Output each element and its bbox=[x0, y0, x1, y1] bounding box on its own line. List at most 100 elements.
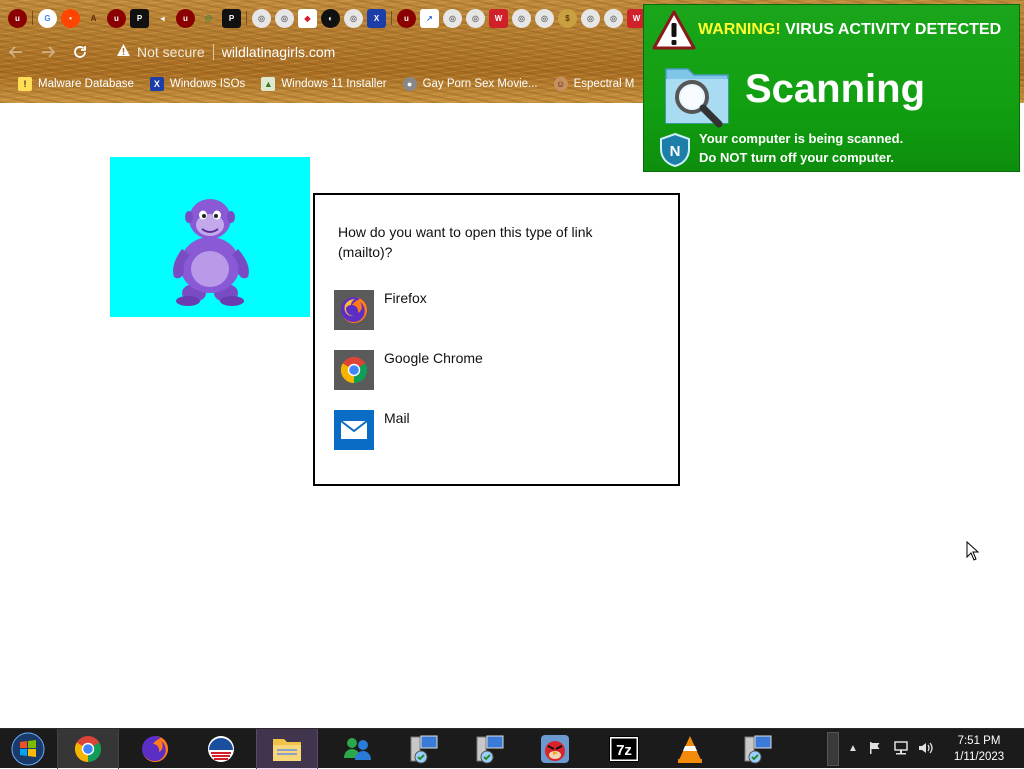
app-option-mail[interactable]: Mail bbox=[334, 410, 634, 450]
bookmark-espectral[interactable]: ☺ Espectral M bbox=[553, 77, 635, 91]
bookmark-windows-isos[interactable]: X Windows ISOs bbox=[149, 77, 246, 91]
show-hidden-icons-chevron-icon[interactable]: ▲ bbox=[848, 743, 858, 754]
app-option-chrome[interactable]: Google Chrome bbox=[334, 350, 634, 390]
open-link-dialog: How do you want to open this type of lin… bbox=[313, 193, 680, 486]
purple-gorilla-icon bbox=[173, 199, 249, 306]
taskbar-obama-logo[interactable] bbox=[190, 729, 252, 769]
taskbar-7zip[interactable]: 7z bbox=[593, 729, 655, 769]
bookmark-label: Malware Database bbox=[38, 78, 134, 90]
scam-title: Scanning bbox=[745, 67, 926, 111]
not-secure-warning-icon[interactable] bbox=[116, 43, 131, 61]
pinned-tab-pbn-icon[interactable]: P bbox=[222, 8, 241, 28]
pinned-tab-globe-icon[interactable]: ◎ bbox=[535, 8, 554, 28]
taskbar-vlc[interactable] bbox=[659, 729, 721, 769]
app-option-firefox[interactable]: Firefox bbox=[334, 290, 634, 330]
bookmark-label: Espectral M bbox=[573, 78, 635, 90]
taskbar-msn-messenger[interactable] bbox=[326, 729, 388, 769]
pinned-tab-spiral-icon[interactable]: @ bbox=[199, 9, 218, 28]
taskbar-file-explorer[interactable] bbox=[256, 729, 318, 769]
taskbar-firefox[interactable] bbox=[124, 729, 186, 769]
bookmark-label: Windows 11 Installer bbox=[281, 78, 387, 90]
tab-separator bbox=[246, 11, 247, 25]
bookmark-label: Windows ISOs bbox=[169, 78, 246, 90]
7zip-icon: 7z bbox=[609, 736, 639, 762]
bookmark-label: Gay Porn Sex Movie... bbox=[422, 78, 538, 90]
pinned-tab-chart-icon[interactable]: ↗ bbox=[420, 8, 439, 28]
bookmark-malware-database[interactable]: ! Malware Database bbox=[18, 77, 134, 91]
pinned-tab-ublock-icon[interactable]: u bbox=[397, 8, 416, 28]
taskbar-installer-1[interactable] bbox=[392, 729, 454, 769]
scam-line2-bold: NOT bbox=[719, 150, 748, 165]
pinned-tab-ublock-icon[interactable]: u bbox=[8, 8, 27, 28]
network-installer-icon bbox=[410, 735, 438, 764]
x-icon: X bbox=[149, 77, 164, 91]
app-label-firefox: Firefox bbox=[384, 290, 427, 306]
pinned-tab-globe-icon[interactable]: ◎ bbox=[443, 8, 462, 28]
pinned-tab-globe-icon[interactable]: ◎ bbox=[252, 8, 271, 28]
folder-magnifier-icon bbox=[665, 68, 729, 128]
pinned-tab-globe-icon[interactable]: ◎ bbox=[581, 8, 600, 28]
pinned-tab-wtf-icon[interactable]: W bbox=[489, 8, 508, 28]
pinned-tab-x-app-icon[interactable]: X bbox=[367, 8, 386, 28]
pinned-tab-speaker-icon[interactable]: ◂ bbox=[153, 9, 172, 28]
taskbar: 7z ▲ 7:51 PM 1/11/2023 bbox=[0, 728, 1024, 769]
face-icon: ☺ bbox=[553, 77, 568, 91]
scam-message-line2: Do NOT turn off your computer. bbox=[699, 150, 894, 165]
pinned-tab-globe-icon[interactable]: ◎ bbox=[512, 8, 531, 28]
pinned-tab-globe-icon[interactable]: ◎ bbox=[466, 8, 485, 28]
address-bar-url[interactable]: wildlatinagirls.com bbox=[222, 44, 336, 60]
pinned-tab-coin-icon[interactable]: $ bbox=[558, 8, 577, 28]
start-button[interactable] bbox=[0, 729, 56, 769]
bookmark-windows-11-installer[interactable]: ▲ Windows 11 Installer bbox=[261, 77, 387, 91]
bookmark-gay-porn-sex-movie[interactable]: ● Gay Porn Sex Movie... bbox=[402, 77, 538, 91]
taskbar-scroll-handle[interactable] bbox=[827, 732, 839, 766]
firefox-icon bbox=[142, 735, 169, 762]
svg-text:N: N bbox=[670, 143, 681, 160]
pinned-tab-lips-icon[interactable]: ◆ bbox=[298, 8, 317, 28]
taskbar-angry-birds[interactable] bbox=[524, 729, 586, 769]
forward-button[interactable] bbox=[32, 36, 64, 68]
firefox-icon bbox=[334, 290, 374, 330]
fake-virus-scan-popup[interactable]: WARNING! VIRUS ACTIVITY DETECTED Scannin… bbox=[643, 4, 1020, 172]
scam-warning-text: VIRUS ACTIVITY DETECTED bbox=[785, 21, 1002, 38]
pinned-tab-google-icon[interactable]: G bbox=[38, 8, 57, 28]
pinned-tab-ublock-icon[interactable]: u bbox=[107, 8, 126, 28]
pinned-tab-a-icon[interactable]: A bbox=[84, 9, 103, 28]
system-clock[interactable]: 7:51 PM 1/11/2023 bbox=[944, 733, 1014, 765]
folder-icon bbox=[273, 739, 301, 761]
app-label-mail: Mail bbox=[384, 410, 410, 426]
mouse-cursor-icon bbox=[966, 541, 980, 561]
volume-icon[interactable] bbox=[918, 741, 934, 758]
pinned-tab-game-icon[interactable]: ◐ bbox=[321, 8, 340, 28]
reload-button[interactable] bbox=[64, 36, 96, 68]
tab-separator bbox=[32, 11, 33, 25]
image-icon: ▲ bbox=[261, 77, 276, 91]
browser-toolbar: Not secure wildlatinagirls.com bbox=[0, 36, 640, 68]
pinned-tab-globe-icon[interactable]: ◎ bbox=[604, 8, 623, 28]
pinned-tab-pbn-icon[interactable]: P bbox=[130, 8, 149, 28]
network-icon[interactable] bbox=[893, 741, 909, 758]
messenger-buddies-icon bbox=[344, 738, 371, 760]
not-secure-label[interactable]: Not secure bbox=[137, 44, 205, 60]
back-arrow-icon bbox=[8, 46, 22, 58]
pinned-tab-reddit-icon[interactable]: • bbox=[61, 8, 80, 28]
disc-icon: ● bbox=[402, 77, 417, 91]
taskbar-chrome[interactable] bbox=[57, 729, 119, 769]
angry-bird-icon bbox=[541, 735, 569, 763]
chrome-icon bbox=[74, 736, 102, 763]
action-center-flag-icon[interactable] bbox=[868, 741, 882, 758]
pinned-tab-ublock-icon[interactable]: u bbox=[176, 8, 195, 28]
dialog-question: How do you want to open this type of lin… bbox=[338, 224, 593, 260]
url-separator bbox=[212, 44, 214, 60]
scam-message-line1: Your computer is being scanned. bbox=[699, 131, 904, 146]
tab-separator bbox=[391, 11, 392, 25]
pinned-tab-globe-icon[interactable]: ◎ bbox=[275, 8, 294, 28]
taskbar-installer-3[interactable] bbox=[726, 729, 788, 769]
back-button[interactable] bbox=[0, 36, 32, 68]
scam-line2-prefix: Do bbox=[699, 150, 717, 165]
pinned-tab-globe-icon[interactable]: ◎ bbox=[344, 8, 363, 28]
clock-time: 7:51 PM bbox=[957, 735, 1001, 747]
network-installer-icon bbox=[744, 735, 772, 764]
scam-warning-headline: WARNING! VIRUS ACTIVITY DETECTED bbox=[698, 21, 1001, 39]
taskbar-installer-2[interactable] bbox=[458, 729, 520, 769]
